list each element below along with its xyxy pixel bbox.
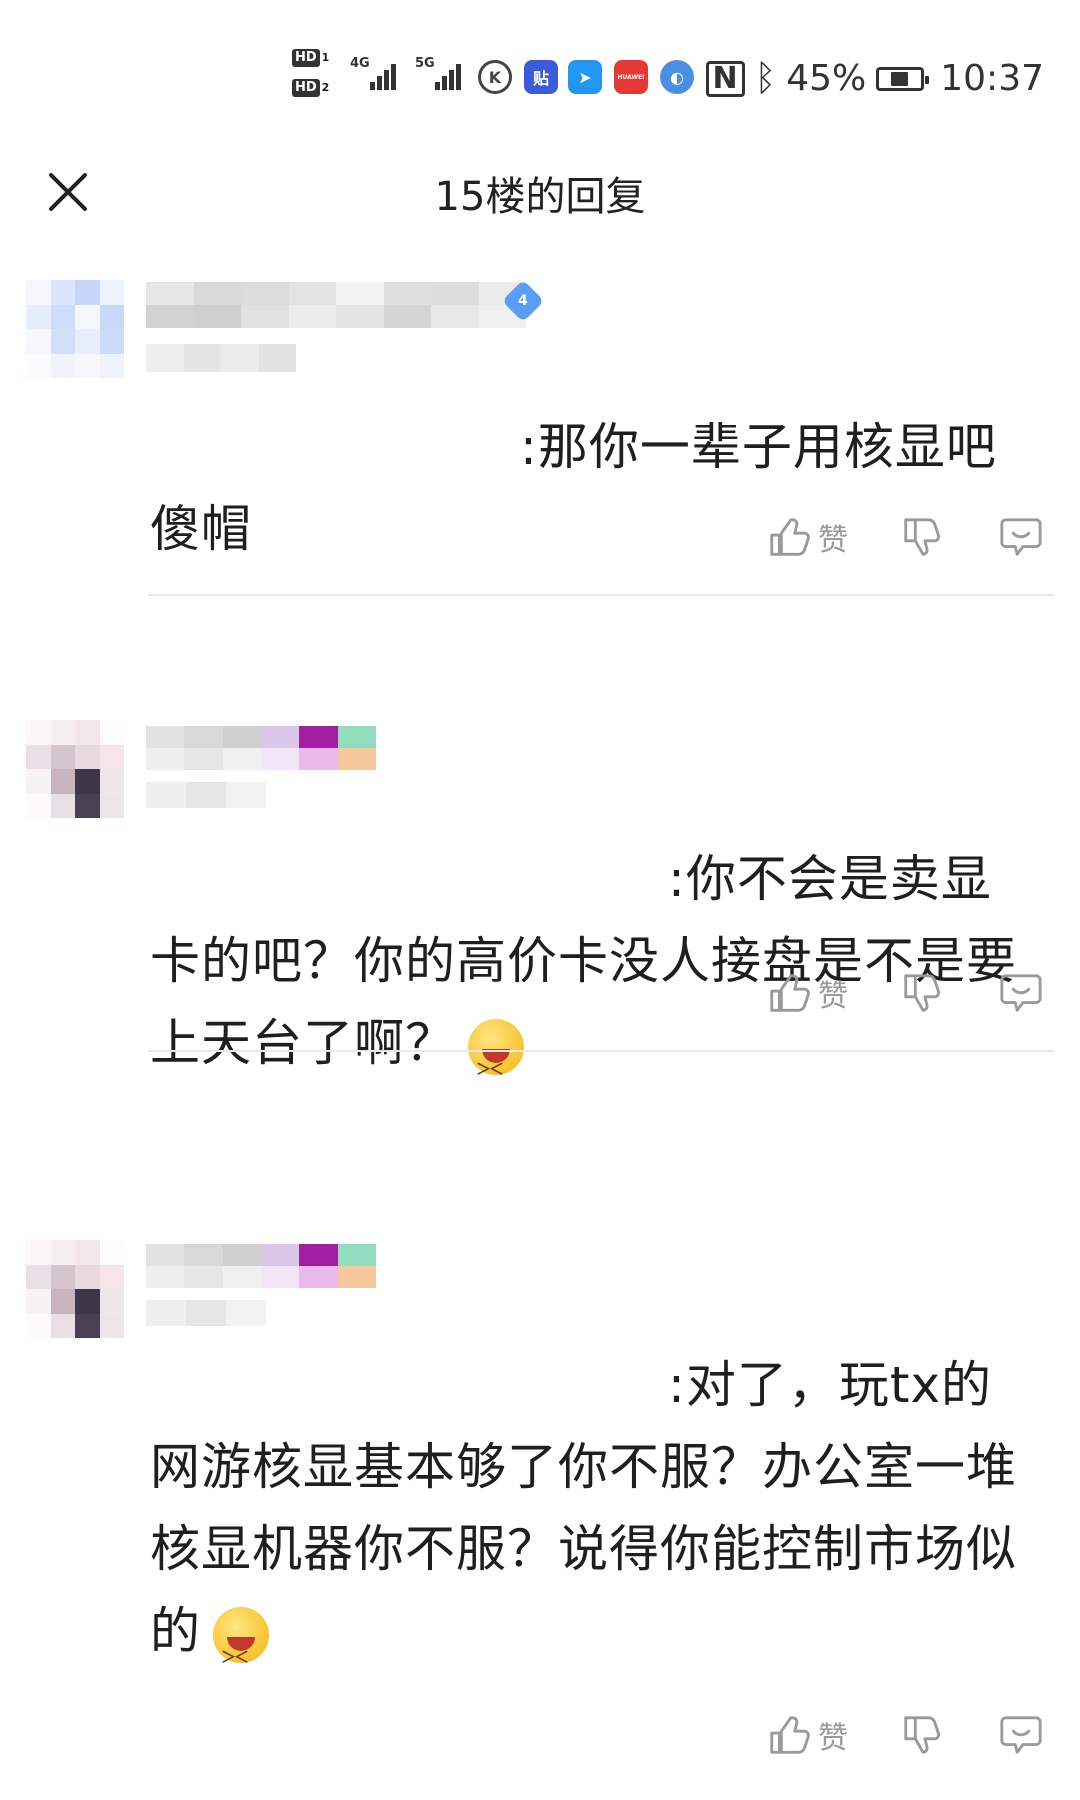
nfc-icon: N	[705, 60, 745, 97]
hd-volte-indicator-2: HD 2	[292, 76, 338, 97]
like-button[interactable]: 赞	[766, 970, 848, 1016]
comment-bubble-icon	[1000, 1716, 1042, 1754]
battery-percent: 45%	[786, 58, 867, 99]
bluetooth-icon: ᛒ	[754, 58, 777, 99]
signal-bars-1-icon	[370, 64, 398, 90]
dislike-button[interactable]	[900, 1712, 946, 1758]
battery-icon	[876, 66, 930, 91]
comment-button[interactable]	[998, 970, 1044, 1016]
reply-actions: 赞	[714, 514, 1044, 560]
avatar[interactable]	[26, 1240, 124, 1338]
reply-target-username[interactable]	[150, 860, 650, 906]
thumbs-up-icon	[770, 1716, 810, 1754]
browser-icon: ◐	[660, 60, 694, 94]
thumbs-down-icon	[904, 1716, 940, 1754]
divider	[148, 594, 1054, 596]
user-meta	[146, 1300, 266, 1326]
username[interactable]	[146, 282, 526, 328]
page-title: 15楼的回复	[434, 174, 646, 220]
like-button[interactable]: 赞	[766, 1712, 848, 1758]
username[interactable]	[146, 726, 376, 770]
grinning-squint-emoji	[468, 1018, 524, 1110]
user-meta	[146, 344, 296, 372]
reply-actions: 赞	[714, 1712, 1044, 1758]
thumbs-up-icon	[770, 974, 810, 1012]
status-bar: HD 1 HD 2 4G 5G K 贴 ➤ HUAWEI ◐ N ᛒ 45% 10:…	[0, 0, 1080, 150]
avatar[interactable]	[26, 280, 124, 378]
comment-bubble-icon	[1000, 518, 1042, 556]
username[interactable]	[146, 1244, 376, 1288]
thumbs-up-icon	[770, 518, 810, 556]
comment-button[interactable]	[998, 514, 1044, 560]
hd-volte-indicator-1: HD 1	[292, 46, 338, 67]
dingtalk-icon: ➤	[568, 60, 602, 94]
divider	[148, 1050, 1054, 1052]
k-app-icon: K	[478, 60, 512, 94]
network-type-2: 5G	[415, 56, 435, 71]
dislike-button[interactable]	[900, 970, 946, 1016]
comment-bubble-icon	[1000, 974, 1042, 1012]
network-type-1: 4G	[350, 56, 370, 71]
dislike-button[interactable]	[900, 514, 946, 560]
reply-target-username[interactable]	[150, 1357, 650, 1421]
reply-text: :你不会是卖显卡的吧？你的高价卡没人接盘是不是要上天台了啊？	[150, 838, 1035, 1110]
grinning-squint-emoji	[213, 1606, 269, 1698]
avatar[interactable]	[26, 720, 124, 818]
like-button[interactable]: 赞	[766, 514, 848, 560]
reply-actions: 赞	[714, 970, 1044, 1016]
comment-button[interactable]	[998, 1712, 1044, 1758]
reply-target-username[interactable]	[150, 416, 502, 486]
tieba-icon: 贴	[524, 60, 558, 94]
huawei-appgallery-icon: HUAWEI	[614, 60, 648, 94]
page-header: 15楼的回复	[0, 140, 1080, 250]
reply-text: :对了，玩tx的网游核显基本够了你不服？办公室一堆核显机器你不服？说得你能控制市…	[150, 1344, 1035, 1698]
thumbs-down-icon	[904, 518, 940, 556]
clock: 10:37	[940, 58, 1044, 99]
user-meta	[146, 782, 266, 808]
thumbs-down-icon	[904, 974, 940, 1012]
signal-bars-2-icon	[435, 64, 463, 90]
status-right-group: N ᛒ 45% 10:37	[696, 58, 1044, 99]
